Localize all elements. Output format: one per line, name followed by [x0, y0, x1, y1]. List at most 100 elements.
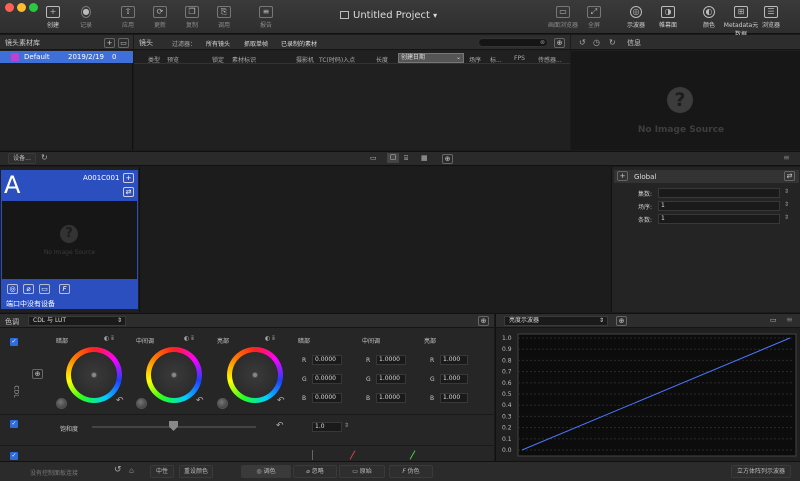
zoom-icon[interactable]: ⊕ — [554, 38, 565, 48]
scope-tick-label: 0.5 — [502, 391, 512, 398]
stepper-icon[interactable]: ⇕ — [344, 422, 349, 429]
neutral-button[interactable]: 中性 — [150, 465, 174, 478]
scene-field[interactable]: 1 — [658, 201, 780, 211]
scopes-button[interactable]: ◎ 示波器 — [618, 4, 654, 32]
color-mode-select[interactable]: CDL 与 LUT ⇕ — [28, 316, 126, 326]
gamma-wheel-handle[interactable] — [171, 372, 177, 378]
reset-icon[interactable]: ↶ — [116, 396, 124, 406]
scope-mode-select[interactable]: 亮度示波器 ⇕ — [504, 316, 608, 326]
fullscreen-button[interactable]: ⤢ 全屏 — [576, 4, 612, 32]
layout-grid-icon[interactable]: ▦ — [421, 154, 428, 162]
copy-button[interactable]: ❐ 复制 — [174, 4, 210, 32]
episode-field[interactable] — [658, 188, 780, 198]
scope-layout-icon[interactable]: ▭ — [770, 316, 777, 324]
lift-g-field[interactable]: 0.0000 — [312, 374, 342, 384]
zoom-icon[interactable]: ⊕ — [32, 369, 43, 379]
false-color-button[interactable]: F — [59, 284, 70, 294]
create-button[interactable]: + 创建 — [35, 4, 71, 32]
project-title[interactable]: Untitled Project ▾ — [340, 10, 470, 21]
color-button[interactable]: ◐ 颜色 — [696, 4, 722, 32]
close-window-button[interactable] — [5, 3, 14, 12]
zoom-icon[interactable]: ⊕ — [616, 316, 627, 326]
cdl-enable-checkbox[interactable]: ✓ — [10, 338, 18, 346]
folder-icon[interactable]: ▭ — [118, 38, 129, 48]
search-input[interactable] — [478, 38, 548, 47]
device-settings-button[interactable]: 设备... — [8, 153, 36, 164]
stacked-scopes-button[interactable]: 立方体阵列示波器 — [731, 465, 791, 478]
metadata-button[interactable]: ⊞Metadata元数据 — [722, 4, 760, 38]
reset-icon[interactable]: ↶ — [276, 421, 284, 431]
report-button[interactable]: ≡ 报告 — [248, 4, 284, 32]
camera-icon[interactable]: ▭ — [39, 284, 50, 294]
device-panel: A A001C001 + ⇄ ? No Image Source ◎ ⌀ ▭ F… — [0, 167, 140, 312]
saturation-enable-checkbox[interactable]: ✓ — [10, 420, 18, 428]
zoom-icon[interactable]: ⊕ — [442, 154, 453, 164]
reset-color-button[interactable]: 重设颜色 — [179, 465, 213, 478]
curtain-button[interactable]: ◑ 帷幕面 — [650, 4, 686, 32]
lift-master-knob[interactable] — [56, 398, 67, 409]
camera-icon[interactable]: ⌂ — [129, 466, 134, 475]
panel-menu-icon[interactable]: ≡ — [783, 153, 790, 162]
apply-button[interactable]: ⇧ 应用 — [110, 4, 146, 32]
reset-icon[interactable]: ↶ — [277, 396, 285, 406]
layout-monitor-icon[interactable]: ⌸ — [404, 154, 408, 163]
reset-icon[interactable]: ↺ — [114, 465, 122, 475]
info-viewer-panel: ↺ ◷ ↻ 信息 ? No Image Source — [571, 35, 800, 150]
layout-single-icon[interactable]: ▭ — [370, 154, 377, 162]
history-icon[interactable]: ↻ — [609, 38, 616, 47]
panel-menu-icon[interactable]: ≡ — [786, 315, 793, 324]
lift-b-field[interactable]: 0.0000 — [312, 393, 342, 403]
stepper-icon[interactable]: ⇕ — [784, 201, 789, 208]
clock-icon[interactable]: ◷ — [593, 38, 600, 47]
saturation-slider-handle[interactable] — [169, 421, 178, 431]
gain-wheel-handle[interactable] — [252, 372, 258, 378]
sort-column-created-date[interactable]: 创建日期 ⌄ — [398, 53, 464, 63]
stepper-icon[interactable]: ⇕ — [784, 214, 789, 221]
gamma-r-field[interactable]: 1.0000 — [376, 355, 406, 365]
metadata-options-icon[interactable]: ⇄ — [784, 171, 795, 181]
update-button[interactable]: ⟳ 更新 — [142, 4, 178, 32]
library-item-default[interactable]: Default 2019/2/19 0 — [0, 51, 133, 63]
reset-icon[interactable]: ↺ — [579, 38, 586, 47]
lift-r-field[interactable]: 0.0000 — [312, 355, 342, 365]
take-field[interactable]: 1 — [658, 214, 780, 224]
gain-b-field[interactable]: 1.000 — [440, 393, 468, 403]
device-card[interactable]: A A001C001 + ⇄ ? No Image Source ◎ ⌀ ▭ F… — [1, 170, 138, 309]
gain-r-field[interactable]: 1.000 — [440, 355, 468, 365]
browser-button[interactable]: ☰ 浏览器 — [758, 4, 784, 32]
wheel-mode-icon[interactable]: ◐ ⅱ — [104, 335, 114, 342]
device-options-icon[interactable]: ⇄ — [123, 187, 134, 197]
gamma-g-field[interactable]: 1.0000 — [376, 374, 406, 384]
filter-all-shots[interactable]: 所有镜头 — [206, 39, 230, 48]
tab-false-color[interactable]: F 伪色 — [389, 465, 433, 478]
gamma-b-field[interactable]: 1.0000 — [376, 393, 406, 403]
saturation-field[interactable]: 1.0 — [312, 422, 342, 432]
clear-search-icon[interactable]: ⊗ — [540, 39, 545, 46]
add-clip-button[interactable]: + — [123, 173, 134, 183]
filter-recorded-clips[interactable]: 已录制的素材 — [281, 39, 317, 48]
zoom-icon[interactable]: ⊕ — [478, 316, 489, 326]
add-library-button[interactable]: + — [104, 38, 115, 48]
gain-master-knob[interactable] — [217, 398, 228, 409]
lift-wheel-handle[interactable] — [91, 372, 97, 378]
tab-grade[interactable]: ◎ 调色 — [241, 465, 291, 478]
add-metadata-button[interactable]: + — [617, 171, 628, 181]
wheel-mode-icon[interactable]: ◐ ⅱ — [265, 335, 275, 342]
record-button[interactable]: ● 记录 — [68, 4, 104, 32]
gain-g-field[interactable]: 1.000 — [440, 374, 468, 384]
wheel-mode-icon[interactable]: ◐ ⅱ — [184, 335, 194, 342]
curves-enable-checkbox[interactable]: ✓ — [10, 452, 18, 460]
filter-grabbed-frames[interactable]: 抓取单帧 — [244, 39, 268, 48]
stepper-icon[interactable]: ⇕ — [784, 188, 789, 195]
target-icon[interactable]: ◎ — [7, 284, 18, 294]
bypass-icon[interactable]: ⌀ — [23, 284, 34, 294]
tab-original[interactable]: ▭ 原始 — [339, 465, 385, 478]
minimize-window-button[interactable] — [17, 3, 26, 12]
scope-icon: ◎ — [630, 6, 642, 18]
reset-icon[interactable]: ↶ — [196, 396, 204, 406]
refresh-icon[interactable]: ↻ — [41, 153, 48, 162]
tab-bypass[interactable]: ⌀ 忽略 — [293, 465, 337, 478]
recall-button[interactable]: ⎘ 调用 — [206, 4, 242, 32]
gamma-master-knob[interactable] — [136, 398, 147, 409]
layout-large-icon[interactable]: ▢ — [387, 153, 399, 163]
